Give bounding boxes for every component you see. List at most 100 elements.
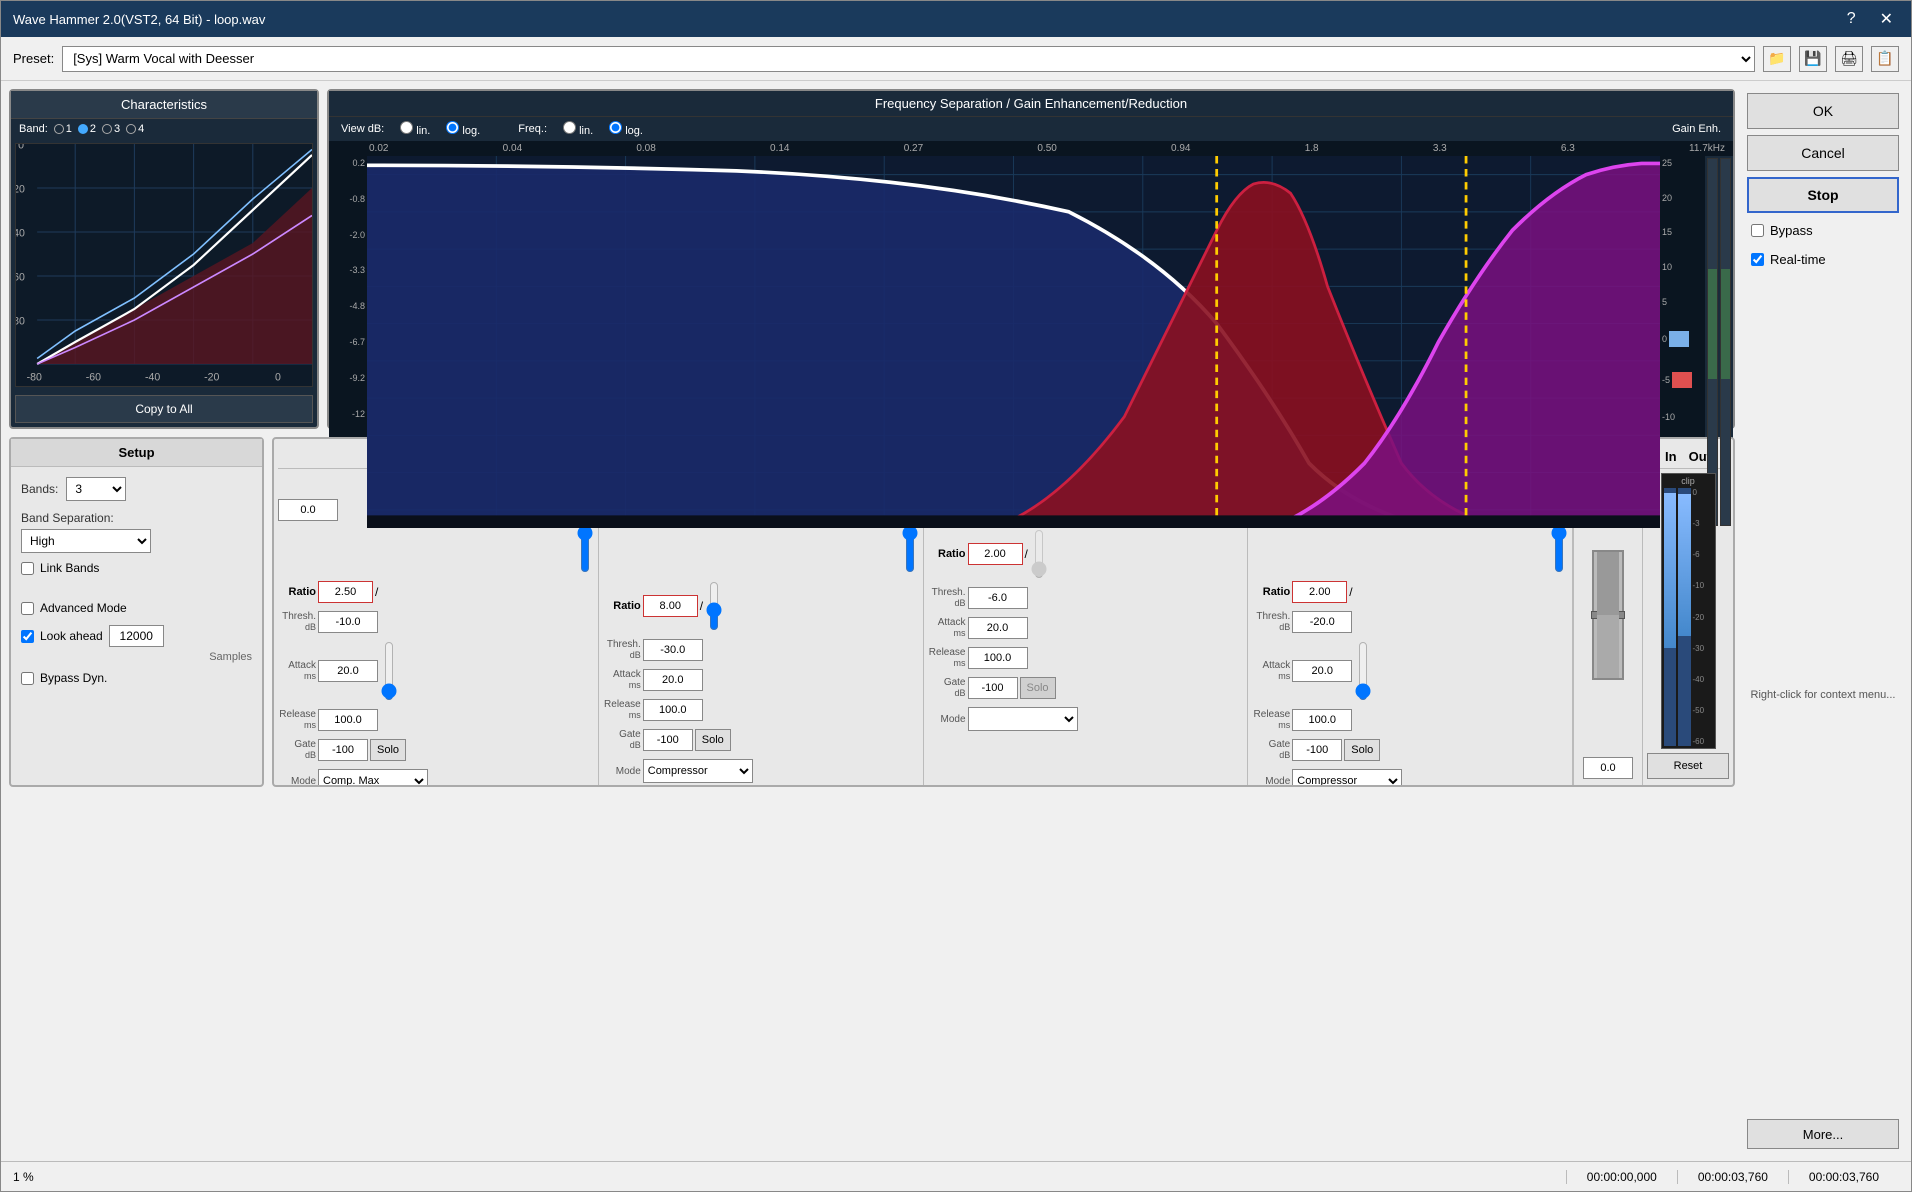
help-button[interactable]: ? <box>1841 8 1862 30</box>
look-ahead-input[interactable] <box>109 625 164 647</box>
preset-print-btn[interactable]: 🖨 <box>1835 46 1863 72</box>
bypass-dyn-checkbox[interactable] <box>21 672 34 685</box>
band4-solo-btn[interactable]: Solo <box>1344 739 1380 761</box>
bands-select[interactable]: 3124 <box>66 477 126 501</box>
band2-attack-input[interactable] <box>643 669 703 691</box>
advanced-mode-label: Advanced Mode <box>40 601 127 615</box>
band3-attack-input[interactable] <box>968 617 1028 639</box>
bypass-row: Bypass <box>1747 219 1899 242</box>
band4-gate-input[interactable] <box>1292 739 1342 761</box>
band4-mode-select[interactable]: CompressorComp. MaxExpander <box>1292 769 1402 787</box>
band-radio-1[interactable]: 1 <box>54 123 72 135</box>
gain-meter-neg-row: -5 <box>1662 372 1703 388</box>
close-button[interactable]: ✕ <box>1874 7 1899 31</box>
band1-attack-input[interactable] <box>318 660 378 682</box>
band2-mode-row: Mode CompressorComp. MaxExpander <box>603 759 919 783</box>
band3-gate-row: GatedB Solo <box>928 677 1244 699</box>
status-time3: 00:00:03,760 <box>1788 1170 1899 1184</box>
top-row: Characteristics Band: 1 2 3 4 <box>9 89 1735 429</box>
band4-release-input[interactable] <box>1292 709 1352 731</box>
band3-solo-btn[interactable]: Solo <box>1020 677 1056 699</box>
ok-button[interactable]: OK <box>1747 93 1899 129</box>
band3-release-input[interactable] <box>968 647 1028 669</box>
meter-bar-1 <box>1707 158 1718 526</box>
band3-gate-input[interactable] <box>968 677 1018 699</box>
freq-controls: View dB: lin. log. Freq.: lin. log. Gain… <box>329 117 1733 141</box>
band4-ratio-label: Ratio <box>1252 586 1290 598</box>
band4-attack-slider[interactable] <box>1354 641 1372 701</box>
band-sep-select[interactable]: HighLowMedium <box>21 529 151 553</box>
freq-lin-radio[interactable]: lin. <box>563 121 593 137</box>
view-db-label: View dB: <box>341 123 384 135</box>
band4-ratio-input[interactable] <box>1292 581 1347 603</box>
band4-release-row: Releasems <box>1252 709 1568 731</box>
band1-mode-select[interactable]: Comp. MaxCompressorExpander <box>318 769 428 787</box>
copy-to-all-btn[interactable]: Copy to All <box>15 395 313 423</box>
left-panel: Characteristics Band: 1 2 3 4 <box>9 89 1735 1153</box>
view-log-radio[interactable]: log. <box>446 121 480 137</box>
stop-button[interactable]: Stop <box>1747 177 1899 213</box>
advanced-mode-checkbox[interactable] <box>21 602 34 615</box>
band1-thresh-row: Thresh.dB <box>278 611 594 633</box>
band3-ratio-input[interactable] <box>968 543 1023 565</box>
band2-ratio-slider[interactable] <box>705 581 723 631</box>
setup-title: Setup <box>11 439 262 467</box>
cancel-button[interactable]: Cancel <box>1747 135 1899 171</box>
reset-btn[interactable]: Reset <box>1647 753 1729 779</box>
band2-thresh-input[interactable] <box>643 639 703 661</box>
band1-gain-input[interactable] <box>278 499 338 521</box>
band2-gate-input[interactable] <box>643 729 693 751</box>
view-lin-radio[interactable]: lin. <box>400 121 430 137</box>
more-button[interactable]: More... <box>1747 1119 1899 1149</box>
band-radio-2[interactable]: 2 <box>78 123 96 135</box>
look-ahead-checkbox[interactable] <box>21 630 34 643</box>
band1-release-row: Releasems <box>278 709 594 731</box>
band2-mode-select[interactable]: CompressorComp. MaxExpander <box>643 759 753 783</box>
window-title: Wave Hammer 2.0(VST2, 64 Bit) - loop.wav <box>13 12 265 27</box>
band-radio-4[interactable]: 4 <box>126 123 144 135</box>
band3-thresh-input[interactable] <box>968 587 1028 609</box>
bands-label: Bands: <box>21 482 58 496</box>
band1-ratio-input[interactable] <box>318 581 373 603</box>
out-all-fader[interactable] <box>1592 550 1624 680</box>
preset-folder-btn[interactable]: 📁 <box>1763 46 1791 72</box>
band2-ratio-input[interactable] <box>643 595 698 617</box>
band3-release-row: Releasems <box>928 647 1244 669</box>
freq-x-labels: 0.02 0.04 0.08 0.14 0.27 0.50 0.94 1.8 3… <box>329 141 1733 156</box>
preset-select[interactable]: [Sys] Warm Vocal with Deesser <box>62 46 1755 72</box>
setup-panel: Setup Bands: 3124 Band Separation: <box>9 437 264 787</box>
band1-release-input[interactable] <box>318 709 378 731</box>
band2-release-input[interactable] <box>643 699 703 721</box>
band2-solo-btn[interactable]: Solo <box>695 729 731 751</box>
freq-log-radio[interactable]: log. <box>609 121 643 137</box>
band3-mode-select[interactable]: CompressorComp. Max <box>968 707 1078 731</box>
context-menu-text: Right-click for context menu... <box>1751 689 1896 701</box>
band4-thresh-input[interactable] <box>1292 611 1352 633</box>
bypass-checkbox[interactable] <box>1751 224 1764 237</box>
preset-copy-btn[interactable]: 📋 <box>1871 46 1899 72</box>
band1-attack-row: Attackms <box>278 641 594 701</box>
title-bar: Wave Hammer 2.0(VST2, 64 Bit) - loop.wav… <box>1 1 1911 37</box>
band4-attack-input[interactable] <box>1292 660 1352 682</box>
band1-thresh-input[interactable] <box>318 611 378 633</box>
band2-attack-row: Attackms <box>603 669 919 691</box>
band-radio-3[interactable]: 3 <box>102 123 120 135</box>
band2-gate-row: GatedB Solo <box>603 729 919 751</box>
band3-mode-row: Mode CompressorComp. Max <box>928 707 1244 731</box>
bypass-dyn-row: Bypass Dyn. <box>21 671 252 685</box>
band1-solo-btn[interactable]: Solo <box>370 739 406 761</box>
link-bands-checkbox[interactable] <box>21 562 34 575</box>
svg-text:-60: -60 <box>16 271 25 283</box>
band1-attack-slider[interactable] <box>380 641 398 701</box>
band3-ratio-slider[interactable] <box>1030 529 1048 579</box>
main-window: Wave Hammer 2.0(VST2, 64 Bit) - loop.wav… <box>0 0 1912 1192</box>
band4-gate-row: GatedB Solo <box>1252 739 1568 761</box>
out-all-value[interactable] <box>1583 757 1633 779</box>
band-sep-row: Band Separation: HighLowMedium <box>21 511 252 553</box>
preset-save-btn[interactable]: 💾 <box>1799 46 1827 72</box>
svg-text:-20: -20 <box>204 371 219 383</box>
meter-left-col <box>1664 488 1677 746</box>
realtime-checkbox[interactable] <box>1751 253 1764 266</box>
band1-gate-input[interactable] <box>318 739 368 761</box>
meter-bar-2 <box>1720 158 1731 526</box>
